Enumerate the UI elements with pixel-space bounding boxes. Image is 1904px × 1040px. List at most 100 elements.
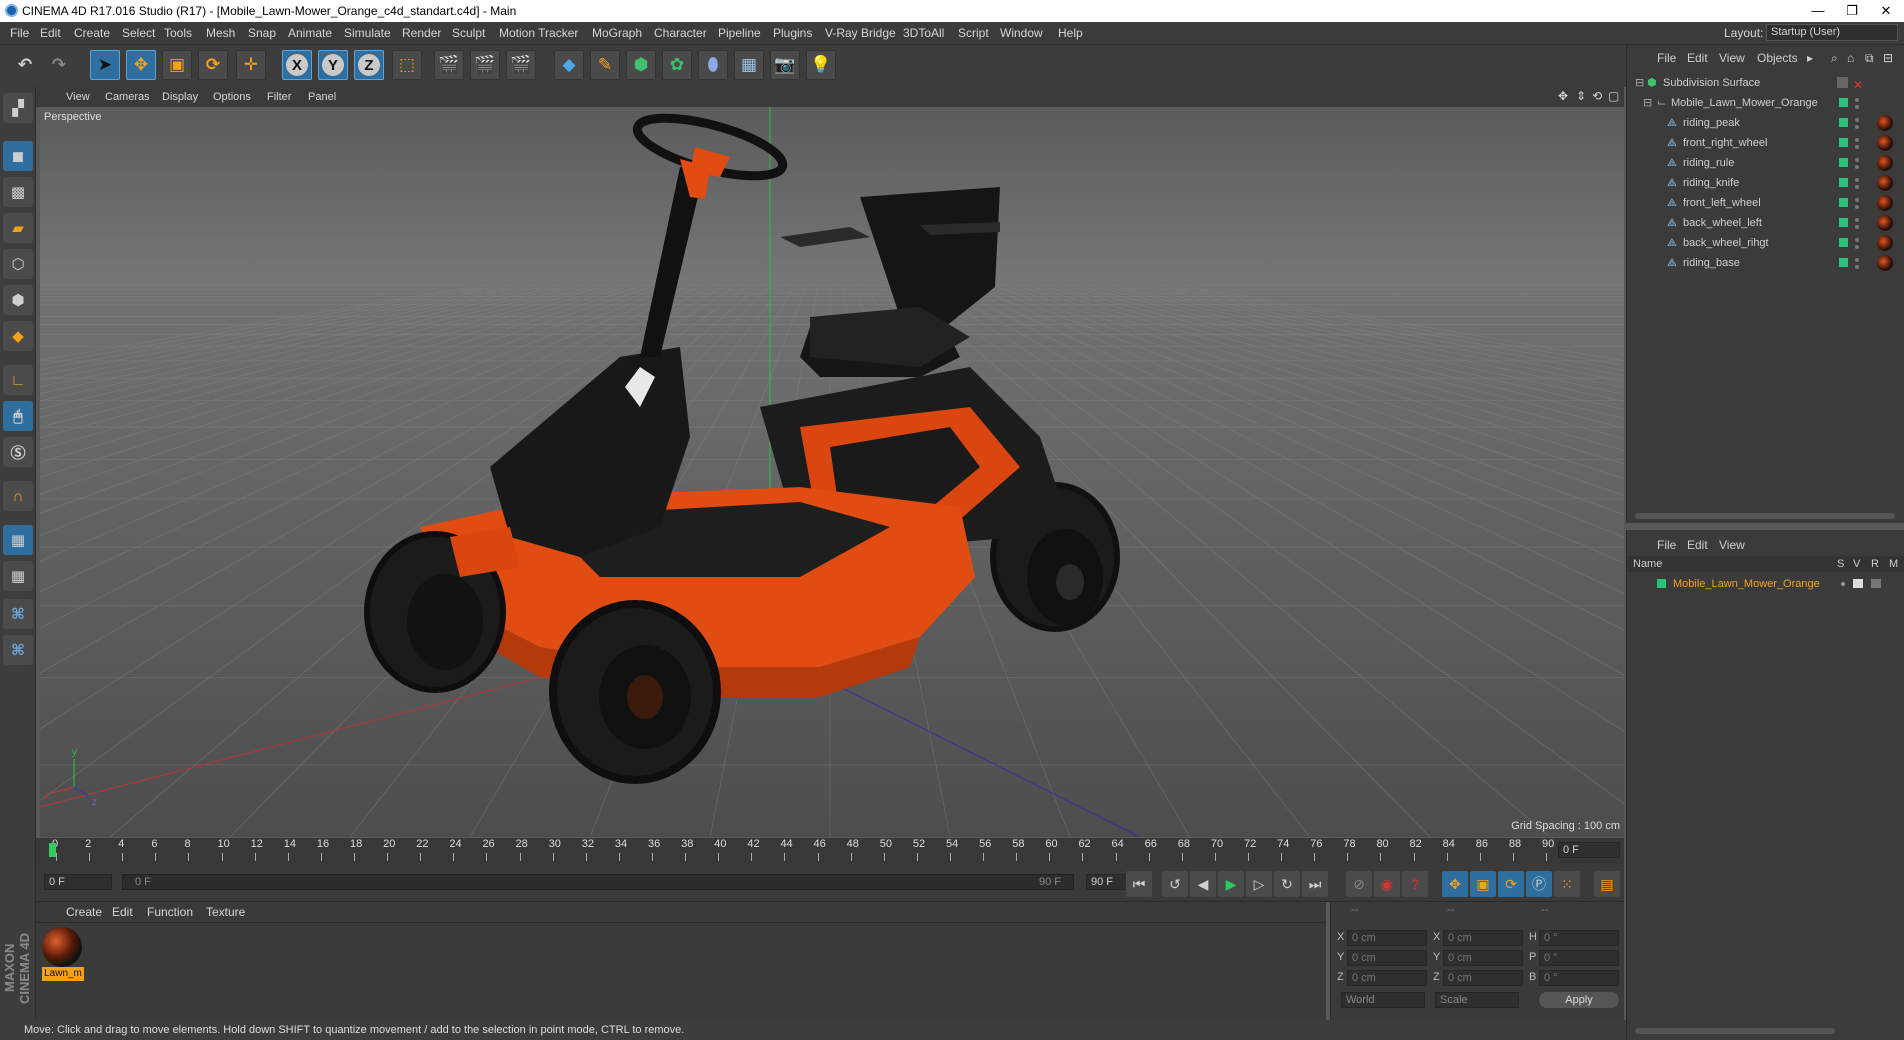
render-dot-icon[interactable] — [1855, 125, 1859, 129]
disabled-x-icon[interactable]: ✕ — [1853, 75, 1863, 95]
rotate-tool-button[interactable]: ⟳ — [198, 50, 228, 80]
layer-menu-edit[interactable]: Edit — [1687, 538, 1708, 552]
material-tag-icon[interactable] — [1877, 135, 1893, 151]
coord-value-field[interactable]: 0 ° — [1539, 930, 1619, 946]
render-dot-icon[interactable] — [1855, 245, 1859, 249]
visibility-dot-icon[interactable] — [1855, 138, 1859, 142]
key-rotation-button[interactable]: ⟳ — [1498, 871, 1524, 897]
visibility-dot-icon[interactable] — [1855, 218, 1859, 222]
z-axis-button[interactable]: Z — [354, 50, 384, 80]
layer-row[interactable]: Mobile_Lawn_Mower_Orange — [1627, 574, 1904, 594]
material-tag-icon[interactable] — [1877, 235, 1893, 251]
view-toggle-icon[interactable] — [1853, 579, 1863, 588]
mograph-cloner-button[interactable]: ✿ — [662, 50, 692, 80]
axis-mode-button[interactable]: ∟ — [3, 365, 33, 395]
python-script-button-2[interactable]: ⌘ — [3, 635, 33, 665]
coord-value-field[interactable]: 0 cm — [1347, 950, 1427, 966]
render-dot-icon[interactable] — [1855, 225, 1859, 229]
edit-toggle-icon[interactable] — [1837, 77, 1848, 88]
material-menu-function[interactable]: Function — [147, 905, 193, 919]
menu-file[interactable]: File — [10, 26, 29, 40]
material-menu-texture[interactable]: Texture — [206, 905, 245, 919]
viewport-menu-filter[interactable]: Filter — [267, 91, 291, 103]
cube-object-button[interactable]: ◆ — [554, 50, 584, 80]
object-row-child[interactable]: ⟁ riding_base — [1627, 253, 1904, 273]
coord-value-field[interactable]: 0 cm — [1443, 930, 1523, 946]
menu-window[interactable]: Window — [1000, 26, 1043, 40]
viewport-menu-view[interactable]: View — [66, 91, 90, 103]
layer-color-icon[interactable] — [1839, 178, 1848, 187]
make-editable-button[interactable]: ▞ — [3, 93, 33, 123]
goto-start-button[interactable]: ⏮ — [1126, 871, 1152, 897]
collapse-icon[interactable]: ⊟ — [1635, 73, 1644, 93]
menu-tools[interactable]: Tools — [164, 26, 192, 40]
object-row-child[interactable]: ⟁ back_wheel_rihgt — [1627, 233, 1904, 253]
solo-toggle-icon[interactable] — [1841, 582, 1845, 586]
timeline-ruler[interactable]: 0246810121416182022242628303234363840424… — [36, 838, 1624, 864]
menu-snap[interactable]: Snap — [248, 26, 276, 40]
coord-value-field[interactable]: 0 cm — [1443, 950, 1523, 966]
lock-workplane-button[interactable]: ▦ — [3, 525, 33, 555]
material-tag-icon[interactable] — [1877, 215, 1893, 231]
object-manager-hscrollbar[interactable] — [1635, 513, 1895, 519]
visibility-dot-icon[interactable] — [1855, 178, 1859, 182]
move-tool-button[interactable]: ✥ — [126, 50, 156, 80]
floor-object-button[interactable]: ▦ — [734, 50, 764, 80]
key-parameter-button[interactable]: Ⓟ — [1526, 871, 1552, 897]
coord-value-field[interactable]: 0 cm — [1347, 970, 1427, 986]
perspective-viewport[interactable]: y x z — [40, 107, 1624, 837]
material-item[interactable]: Lawn_m — [42, 927, 84, 983]
menu-create[interactable]: Create — [74, 26, 110, 40]
layer-color-icon[interactable] — [1839, 258, 1848, 267]
menu-plugins[interactable]: Plugins — [773, 26, 812, 40]
polygons-mode-button[interactable]: ◆ — [3, 321, 33, 351]
material-tag-icon[interactable] — [1877, 175, 1893, 191]
menu-pipeline[interactable]: Pipeline — [718, 26, 761, 40]
visibility-dot-icon[interactable] — [1855, 98, 1859, 102]
deformer-button[interactable]: ⬮ — [698, 50, 728, 80]
snap-button[interactable]: Ⓢ — [3, 437, 33, 467]
light-object-button[interactable]: 💡 — [806, 50, 836, 80]
render-settings-button[interactable]: 🎬 — [506, 50, 536, 80]
visibility-dot-icon[interactable] — [1855, 238, 1859, 242]
model-mode-button[interactable]: ◼ — [3, 141, 33, 171]
col-view[interactable]: V — [1853, 556, 1860, 572]
apply-button[interactable]: Apply — [1539, 992, 1619, 1008]
coord-value-field[interactable]: 0 cm — [1347, 930, 1427, 946]
viewport-move-icon[interactable]: ✥ — [1558, 89, 1568, 103]
layer-color-icon[interactable] — [1839, 198, 1848, 207]
planar-workplane-button[interactable]: ▦ — [3, 561, 33, 591]
material-menu-edit[interactable]: Edit — [112, 905, 133, 919]
visibility-dot-icon[interactable] — [1855, 258, 1859, 262]
layer-color-icon[interactable] — [1839, 158, 1848, 167]
coordinate-system-button[interactable]: ⬚ — [392, 50, 422, 80]
y-axis-button[interactable]: Y — [318, 50, 348, 80]
viewport-menu-cameras[interactable]: Cameras — [105, 91, 150, 103]
layer-color-icon[interactable] — [1839, 98, 1848, 107]
viewport-menu-display[interactable]: Display — [162, 91, 198, 103]
layer-color-icon[interactable] — [1839, 118, 1848, 127]
obj-menu-objects[interactable]: Objects — [1757, 51, 1798, 65]
col-solo[interactable]: S — [1837, 556, 1844, 572]
menu-select[interactable]: Select — [122, 26, 155, 40]
minimize-button[interactable]: — — [1801, 0, 1835, 22]
obj-search-icon[interactable]: ⌕ — [1831, 51, 1838, 66]
menu-render[interactable]: Render — [402, 26, 441, 40]
material-tag-icon[interactable] — [1877, 155, 1893, 171]
object-row-child[interactable]: ⟁ back_wheel_left — [1627, 213, 1904, 233]
obj-home-icon[interactable]: ⌂ — [1847, 51, 1854, 65]
keyframe-selection-button[interactable]: ? — [1402, 871, 1428, 897]
pen-spline-button[interactable]: ✎ — [590, 50, 620, 80]
coord-scale-select[interactable]: Scale — [1435, 992, 1519, 1008]
material-tag-icon[interactable] — [1877, 115, 1893, 131]
layer-color-icon[interactable] — [1839, 218, 1848, 227]
menu-vray-bridge[interactable]: V-Ray Bridge — [825, 26, 896, 40]
render-picture-viewer-button[interactable]: 🎬 — [470, 50, 500, 80]
playhead-marker[interactable] — [49, 843, 56, 857]
coord-value-field[interactable]: 0 ° — [1539, 950, 1619, 966]
layer-menu-file[interactable]: File — [1657, 538, 1676, 552]
x-axis-button[interactable]: X — [282, 50, 312, 80]
col-manager[interactable]: M — [1889, 556, 1898, 572]
object-row-child[interactable]: ⟁ riding_knife — [1627, 173, 1904, 193]
col-render[interactable]: R — [1871, 556, 1879, 572]
